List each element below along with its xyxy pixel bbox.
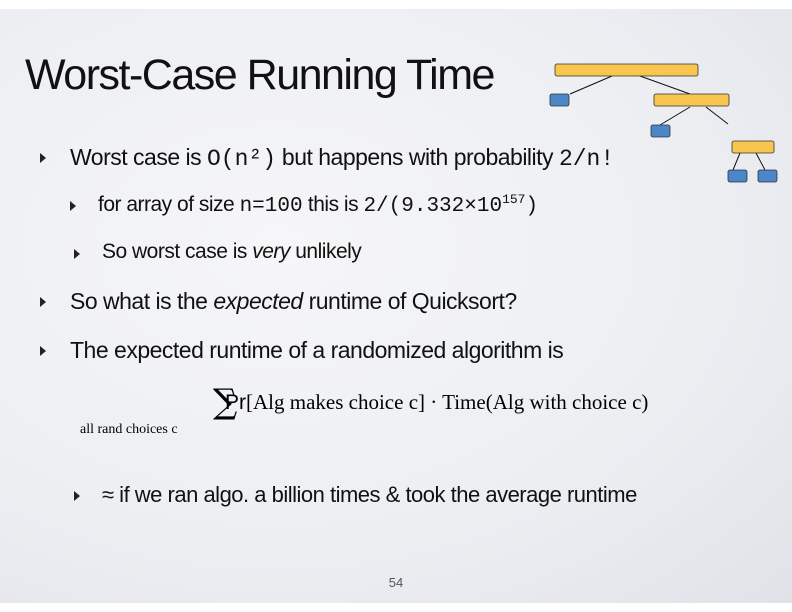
bullet-marker	[40, 297, 46, 307]
text: unlikely	[289, 240, 362, 263]
text: So what is the	[70, 288, 214, 314]
text: but happens with probability	[276, 144, 559, 170]
code-close: )	[525, 195, 539, 218]
emphasis: very	[252, 240, 290, 263]
bullet-billion-times: ≈ if we ran algo. a billion times & took…	[74, 482, 637, 508]
bullet-expected-runtime: So what is the expected runtime of Quick…	[40, 288, 518, 315]
tree-node-left-leaf	[549, 93, 570, 107]
formula-body: Pr[Alg makes choice c] · Time(Alg with c…	[225, 390, 648, 415]
bullet-randomized: The expected runtime of a randomized alg…	[40, 337, 564, 364]
text: Worst case is	[70, 144, 207, 170]
sum-subscript: all rand choices c	[80, 422, 178, 437]
text: runtime of Quicksort?	[302, 288, 518, 314]
code-n: n=100	[239, 195, 303, 218]
text: for array of size	[98, 193, 240, 216]
text: The expected runtime of a randomized alg…	[70, 337, 564, 363]
tree-node-mid-leaf	[650, 124, 671, 138]
tree-node-small-left	[727, 169, 748, 183]
expected-runtime-formula: ∑ all rand choices c Pr[Alg makes choice…	[80, 382, 740, 444]
tree-node-mid	[653, 93, 730, 107]
bullet-marker	[40, 153, 46, 163]
emphasis: expected	[213, 288, 303, 314]
text: So worst case is	[102, 240, 253, 263]
bullet-array-size: for array of size n=100 this is 2/(9.332…	[70, 192, 539, 218]
tree-node-small-right	[757, 169, 778, 183]
code-probability: 2/n!	[558, 146, 615, 172]
code-exponent: 157	[502, 192, 526, 207]
code-value: 2/(9.332×10	[363, 195, 503, 218]
tree-node-small	[731, 140, 775, 154]
bullet-marker	[40, 346, 46, 356]
tree-node-root	[554, 63, 699, 77]
text: this is	[302, 193, 364, 216]
text: ≈ if we ran algo. a billion times & took…	[102, 482, 637, 507]
bullet-unlikely: So worst case is very unlikely	[74, 240, 362, 264]
bullet-marker	[74, 249, 80, 259]
code-big-o: O(n²)	[207, 146, 277, 172]
bullet-marker	[70, 201, 76, 211]
page-number: 54	[388, 575, 404, 590]
slide: Worst-Case Running Time Worst case is O(…	[0, 9, 792, 603]
formula-expression: [Alg makes choice c] · Time(Alg with cho…	[246, 390, 649, 414]
pr-label: Pr	[225, 391, 246, 414]
bullet-worst-case: Worst case is O(n²) but happens with pro…	[40, 144, 615, 172]
bullet-marker	[74, 491, 80, 501]
slide-title: Worst-Case Running Time	[25, 51, 495, 99]
